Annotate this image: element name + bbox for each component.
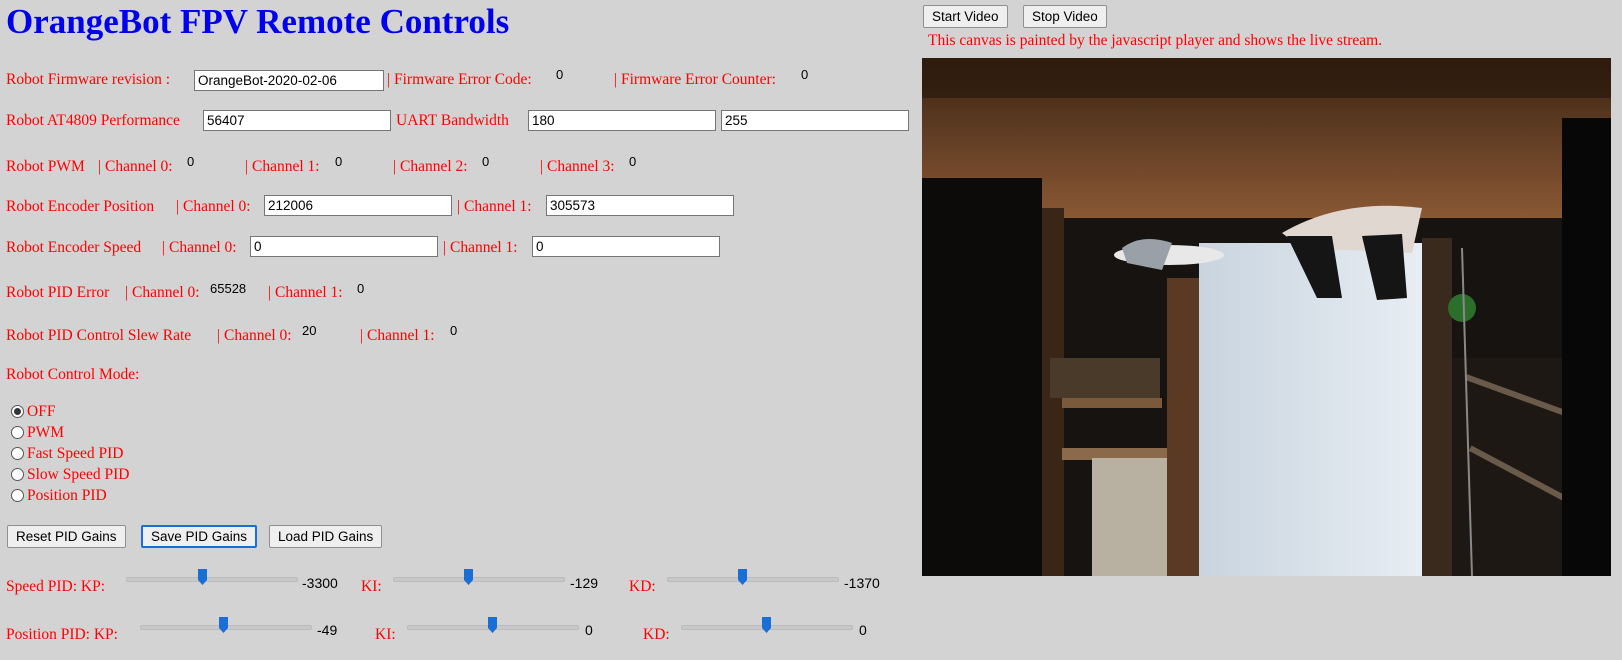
encoder-speed-channel-0-field[interactable] bbox=[250, 236, 438, 257]
pid-error-label: Robot PID Error bbox=[6, 284, 110, 301]
page-title: OrangeBot FPV Remote Controls bbox=[6, 2, 510, 41]
reset-pid-gains-button[interactable]: Reset PID Gains bbox=[7, 525, 126, 548]
pwm-channel-3-value: 0 bbox=[629, 154, 637, 169]
slider-thumb[interactable] bbox=[761, 616, 772, 634]
slider-thumb[interactable] bbox=[218, 616, 229, 634]
control-mode-option-pwm[interactable]: PWM bbox=[27, 424, 64, 442]
control-mode-radio-off[interactable] bbox=[11, 405, 24, 418]
pwm-channel-1-value: 0 bbox=[335, 154, 343, 169]
pid-slew-channel-1-value: 0 bbox=[450, 323, 458, 338]
control-mode-radio-slow-speed-pid[interactable] bbox=[11, 468, 24, 481]
speed-pid-kp-slider[interactable] bbox=[126, 569, 298, 589]
speed-pid-ki-label: KI: bbox=[361, 578, 382, 595]
control-mode-option-position-pid[interactable]: Position PID bbox=[27, 487, 107, 505]
pid-error-channel-0-value: 65528 bbox=[210, 281, 247, 296]
control-mode-radio-pwm[interactable] bbox=[11, 426, 24, 439]
control-mode-option-off[interactable]: OFF bbox=[27, 403, 55, 421]
encoder-position-channel-1-label: | Channel 1: bbox=[457, 198, 532, 215]
uart-bandwidth-field[interactable] bbox=[528, 110, 716, 131]
start-video-button[interactable]: Start Video bbox=[923, 5, 1008, 28]
pid-error-channel-0-label: | Channel 0: bbox=[125, 284, 200, 301]
firmware-error-code-label: | Firmware Error Code: bbox=[387, 71, 532, 88]
pwm-channel-2-label: | Channel 2: bbox=[393, 158, 468, 175]
control-mode-label: Robot Control Mode: bbox=[6, 366, 140, 383]
pwm-channel-1-label: | Channel 1: bbox=[245, 158, 320, 175]
pid-slew-channel-0-label: | Channel 0: bbox=[217, 327, 292, 344]
video-caption: This canvas is painted by the javascript… bbox=[928, 32, 1383, 49]
live-stream-frame bbox=[922, 58, 1611, 576]
pwm-channel-3-label: | Channel 3: bbox=[540, 158, 615, 175]
encoder-speed-channel-1-label: | Channel 1: bbox=[443, 239, 518, 256]
position-pid-ki-slider[interactable] bbox=[407, 617, 579, 637]
control-mode-option-fast-speed-pid[interactable]: Fast Speed PID bbox=[27, 445, 123, 463]
uart-bandwidth-label: UART Bandwidth bbox=[396, 112, 509, 129]
pid-slew-channel-1-label: | Channel 1: bbox=[360, 327, 435, 344]
position-pid-ki-value: 0 bbox=[585, 622, 593, 638]
slider-thumb[interactable] bbox=[487, 616, 498, 634]
pid-slew-channel-0-value: 20 bbox=[302, 323, 317, 338]
stop-video-button[interactable]: Stop Video bbox=[1023, 5, 1107, 28]
encoder-speed-label: Robot Encoder Speed bbox=[6, 239, 142, 256]
position-pid-kp-slider[interactable] bbox=[140, 617, 312, 637]
control-mode-radio-position-pid[interactable] bbox=[11, 489, 24, 502]
pid-error-channel-1-label: | Channel 1: bbox=[268, 284, 343, 301]
encoder-position-channel-0-field[interactable] bbox=[264, 195, 452, 216]
uart-bandwidth-field-2[interactable] bbox=[721, 110, 909, 131]
encoder-speed-channel-1-field[interactable] bbox=[532, 236, 720, 257]
speed-pid-ki-slider[interactable] bbox=[393, 569, 565, 589]
firmware-revision-field[interactable] bbox=[194, 70, 384, 91]
save-pid-gains-button[interactable]: Save PID Gains bbox=[141, 525, 258, 548]
video-canvas bbox=[922, 58, 1611, 576]
pwm-channel-0-label: | Channel 0: bbox=[98, 158, 173, 175]
pwm-channel-0-value: 0 bbox=[187, 154, 195, 169]
load-pid-gains-button[interactable]: Load PID Gains bbox=[269, 525, 383, 548]
position-pid-kp-value: -49 bbox=[317, 622, 338, 638]
encoder-position-channel-1-field[interactable] bbox=[546, 195, 734, 216]
slider-thumb[interactable] bbox=[197, 568, 208, 586]
firmware-error-counter-label: | Firmware Error Counter: bbox=[614, 71, 776, 88]
speed-pid-kp-value: -3300 bbox=[302, 575, 338, 591]
performance-label: Robot AT4809 Performance bbox=[6, 112, 180, 129]
speed-pid-kd-slider[interactable] bbox=[667, 569, 839, 589]
slider-thumb[interactable] bbox=[737, 568, 748, 586]
position-pid-kp-label: Position PID: KP: bbox=[6, 626, 118, 643]
pid-error-channel-1-value: 0 bbox=[357, 281, 365, 296]
encoder-speed-channel-0-label: | Channel 0: bbox=[162, 239, 237, 256]
position-pid-kd-value: 0 bbox=[859, 622, 867, 638]
firmware-revision-label: Robot Firmware revision : bbox=[6, 71, 171, 88]
encoder-position-channel-0-label: | Channel 0: bbox=[176, 198, 251, 215]
position-pid-kd-label: KD: bbox=[643, 626, 670, 643]
slider-thumb[interactable] bbox=[463, 568, 474, 586]
speed-pid-ki-value: -129 bbox=[570, 575, 599, 591]
speed-pid-kp-label: Speed PID: KP: bbox=[6, 578, 106, 595]
speed-pid-kd-label: KD: bbox=[629, 578, 656, 595]
control-mode-radio-fast-speed-pid[interactable] bbox=[11, 447, 24, 460]
position-pid-ki-label: KI: bbox=[375, 626, 396, 643]
pwm-label: Robot PWM bbox=[6, 158, 85, 175]
encoder-position-label: Robot Encoder Position bbox=[6, 198, 155, 215]
speed-pid-kd-value: -1370 bbox=[844, 575, 880, 591]
pid-slew-label: Robot PID Control Slew Rate bbox=[6, 327, 192, 344]
pwm-channel-2-value: 0 bbox=[482, 154, 490, 169]
firmware-error-code-value: 0 bbox=[556, 67, 564, 82]
performance-field[interactable] bbox=[203, 110, 391, 131]
firmware-error-counter-value: 0 bbox=[801, 67, 809, 82]
position-pid-kd-slider[interactable] bbox=[681, 617, 853, 637]
control-mode-option-slow-speed-pid[interactable]: Slow Speed PID bbox=[27, 466, 129, 484]
